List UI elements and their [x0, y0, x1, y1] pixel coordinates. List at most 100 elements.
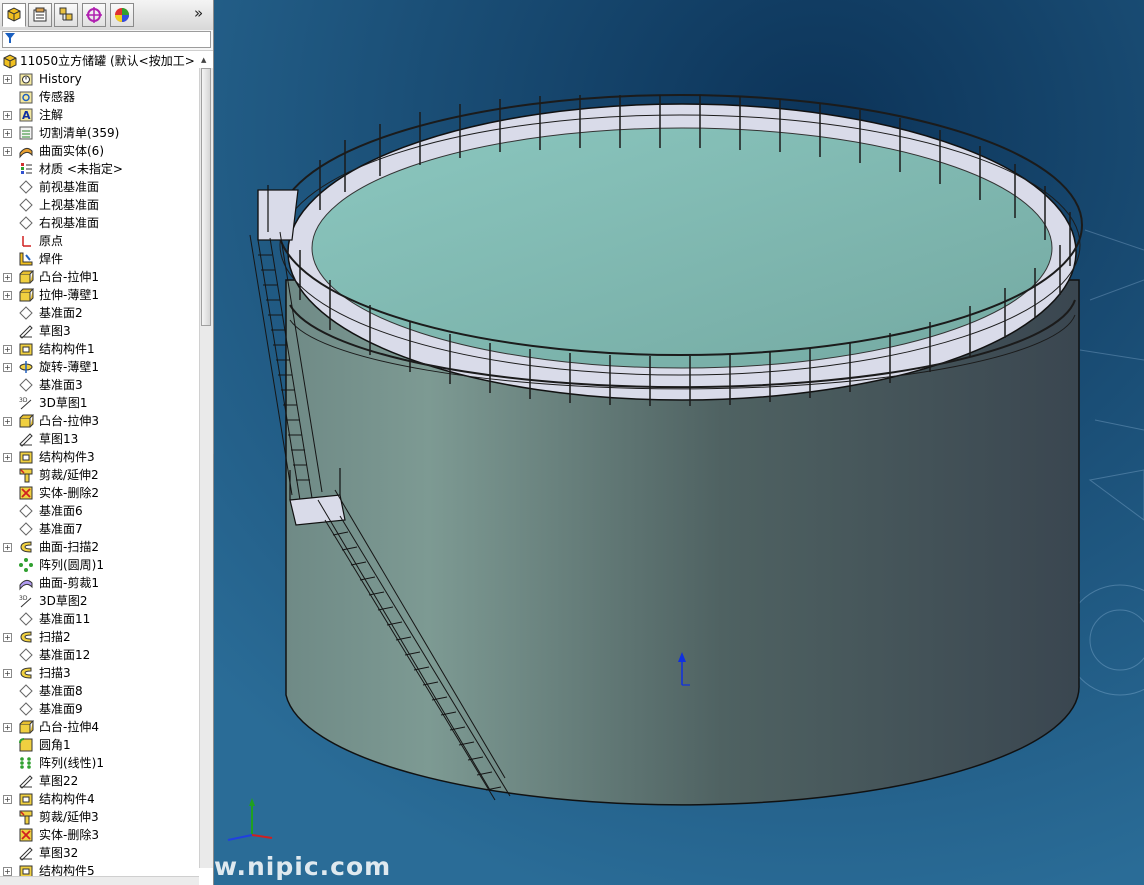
- plane-icon: [19, 702, 33, 716]
- model-view[interactable]: [214, 0, 1144, 885]
- tree-item[interactable]: 草图22: [0, 772, 199, 790]
- tree-item[interactable]: 传感器: [0, 88, 199, 106]
- expand-toggle[interactable]: +: [3, 129, 12, 138]
- tree-item[interactable]: + 曲面-扫描2: [0, 538, 199, 556]
- more-tabs-button[interactable]: »: [194, 6, 203, 21]
- tree-root[interactable]: 11050立方储罐 (默认<按加工>: [0, 52, 199, 70]
- tree-item[interactable]: 基准面9: [0, 700, 199, 718]
- expand-toggle[interactable]: +: [3, 363, 12, 372]
- tree-item[interactable]: 材质 <未指定>: [0, 160, 199, 178]
- tree-horizontal-scrollbar[interactable]: [0, 876, 199, 885]
- expand-toggle[interactable]: +: [3, 723, 12, 732]
- filter-input[interactable]: [2, 31, 211, 48]
- expand-toggle[interactable]: +: [3, 669, 12, 678]
- configurationmanager-tab[interactable]: [54, 3, 78, 27]
- tree-item[interactable]: 基准面6: [0, 502, 199, 520]
- expand-toggle[interactable]: +: [3, 633, 12, 642]
- expand-toggle[interactable]: +: [3, 543, 12, 552]
- svg-text:3D: 3D: [19, 397, 28, 404]
- tree-item[interactable]: 基准面11: [0, 610, 199, 628]
- plane-icon: [19, 180, 33, 194]
- tree-item[interactable]: + 曲面实体(6): [0, 142, 199, 160]
- tree-scrollbar[interactable]: [199, 68, 213, 868]
- graphics-area[interactable]: [214, 0, 1144, 885]
- tree-item[interactable]: + 拉伸-薄壁1: [0, 286, 199, 304]
- tank-roof[interactable]: [311, 127, 1053, 369]
- tree-item[interactable]: + 旋转-薄壁1: [0, 358, 199, 376]
- tree-item[interactable]: + A 注解: [0, 106, 199, 124]
- tree-item-label: 右视基准面: [39, 216, 100, 230]
- expand-toggle[interactable]: +: [3, 867, 12, 876]
- tree-item[interactable]: 阵列(圆周)1: [0, 556, 199, 574]
- tree-item-label: 3D草图1: [39, 396, 88, 410]
- tree-item[interactable]: 基准面12: [0, 646, 199, 664]
- tree-item[interactable]: + 凸台-拉伸1: [0, 268, 199, 286]
- tree-item[interactable]: 基准面2: [0, 304, 199, 322]
- tree-item[interactable]: 圆角1: [0, 736, 199, 754]
- top-landing[interactable]: [257, 189, 299, 241]
- tree-item[interactable]: 草图3: [0, 322, 199, 340]
- plane-icon: [19, 612, 33, 626]
- expand-toggle[interactable]: +: [3, 273, 12, 282]
- tree-item[interactable]: + 结构构件1: [0, 340, 199, 358]
- feature-tree: 11050立方储罐 (默认<按加工> + History 传感器 + A 注解 + 切割清单(3…: [0, 52, 199, 878]
- tree-item[interactable]: 曲面-剪裁1: [0, 574, 199, 592]
- trim-extend-icon: [19, 468, 33, 483]
- tree-item[interactable]: + 凸台-拉伸4: [0, 718, 199, 736]
- tree-item[interactable]: 实体-删除2: [0, 484, 199, 502]
- tree-item[interactable]: + 凸台-拉伸3: [0, 412, 199, 430]
- tree-item[interactable]: 剪裁/延伸3: [0, 808, 199, 826]
- propertymanager-tab[interactable]: [28, 3, 52, 27]
- tree-item[interactable]: 上视基准面: [0, 196, 199, 214]
- tree-item[interactable]: 草图13: [0, 430, 199, 448]
- tree-item-label: 剪裁/延伸3: [39, 810, 99, 824]
- dimxpert-tab[interactable]: [82, 3, 106, 27]
- displaymanager-tab[interactable]: [110, 3, 134, 27]
- tree-item[interactable]: + 切割清单(359): [0, 124, 199, 142]
- tree-item[interactable]: 阵列(线性)1: [0, 754, 199, 772]
- tree-item[interactable]: + History: [0, 70, 199, 88]
- surface-body-icon: [19, 147, 33, 159]
- filter-icon[interactable]: [5, 33, 15, 44]
- tree-item[interactable]: 基准面8: [0, 682, 199, 700]
- expand-toggle[interactable]: +: [3, 291, 12, 300]
- mid-landing[interactable]: [289, 494, 346, 526]
- expand-toggle[interactable]: +: [3, 147, 12, 156]
- sweep-icon: [20, 541, 32, 553]
- expand-toggle[interactable]: +: [3, 345, 12, 354]
- featuremanager-panel: » 11050立方储罐 (默认<按加工> + History 传感器 + A 注解 + 切割清单…: [0, 0, 214, 885]
- tree-item[interactable]: + 扫描3: [0, 664, 199, 682]
- expand-toggle[interactable]: +: [3, 453, 12, 462]
- tree-item[interactable]: 右视基准面: [0, 214, 199, 232]
- tree-item[interactable]: 实体-删除3: [0, 826, 199, 844]
- dimxpert-tab-icon: [86, 7, 102, 23]
- tree-item[interactable]: 3D 3D草图1: [0, 394, 199, 412]
- expand-toggle[interactable]: +: [3, 417, 12, 426]
- tree-item[interactable]: + 结构构件4: [0, 790, 199, 808]
- tree-item[interactable]: 基准面7: [0, 520, 199, 538]
- plane-icon: [19, 378, 33, 392]
- scroll-up-arrow-icon[interactable]: ▲: [201, 56, 211, 64]
- tree-item[interactable]: 剪裁/延伸2: [0, 466, 199, 484]
- filter-bar: [0, 30, 213, 51]
- displaymanager-tab-icon: [115, 8, 129, 22]
- manager-tabs: »: [0, 0, 213, 31]
- expand-toggle[interactable]: +: [3, 75, 12, 84]
- tree-item[interactable]: 前视基准面: [0, 178, 199, 196]
- tree-item[interactable]: 草图32: [0, 844, 199, 862]
- sketch-icon: [19, 325, 33, 339]
- expand-toggle[interactable]: +: [3, 795, 12, 804]
- tree-item[interactable]: 3D 3D草图2: [0, 592, 199, 610]
- scrollbar-thumb[interactable]: [201, 68, 211, 326]
- tree-item-label: 基准面3: [39, 378, 83, 392]
- featuremanager-tab[interactable]: [2, 3, 26, 27]
- tree-item[interactable]: + 扫描2: [0, 628, 199, 646]
- tree-item[interactable]: 原点: [0, 232, 199, 250]
- tree-item[interactable]: + 结构构件3: [0, 448, 199, 466]
- tree-item[interactable]: 基准面3: [0, 376, 199, 394]
- expand-toggle[interactable]: +: [3, 111, 12, 120]
- tree-item[interactable]: 焊件: [0, 250, 199, 268]
- tree-item-label: 结构构件4: [39, 792, 95, 806]
- tree-item-label: 原点: [39, 234, 64, 248]
- tree-item-label: 注解: [39, 108, 64, 122]
